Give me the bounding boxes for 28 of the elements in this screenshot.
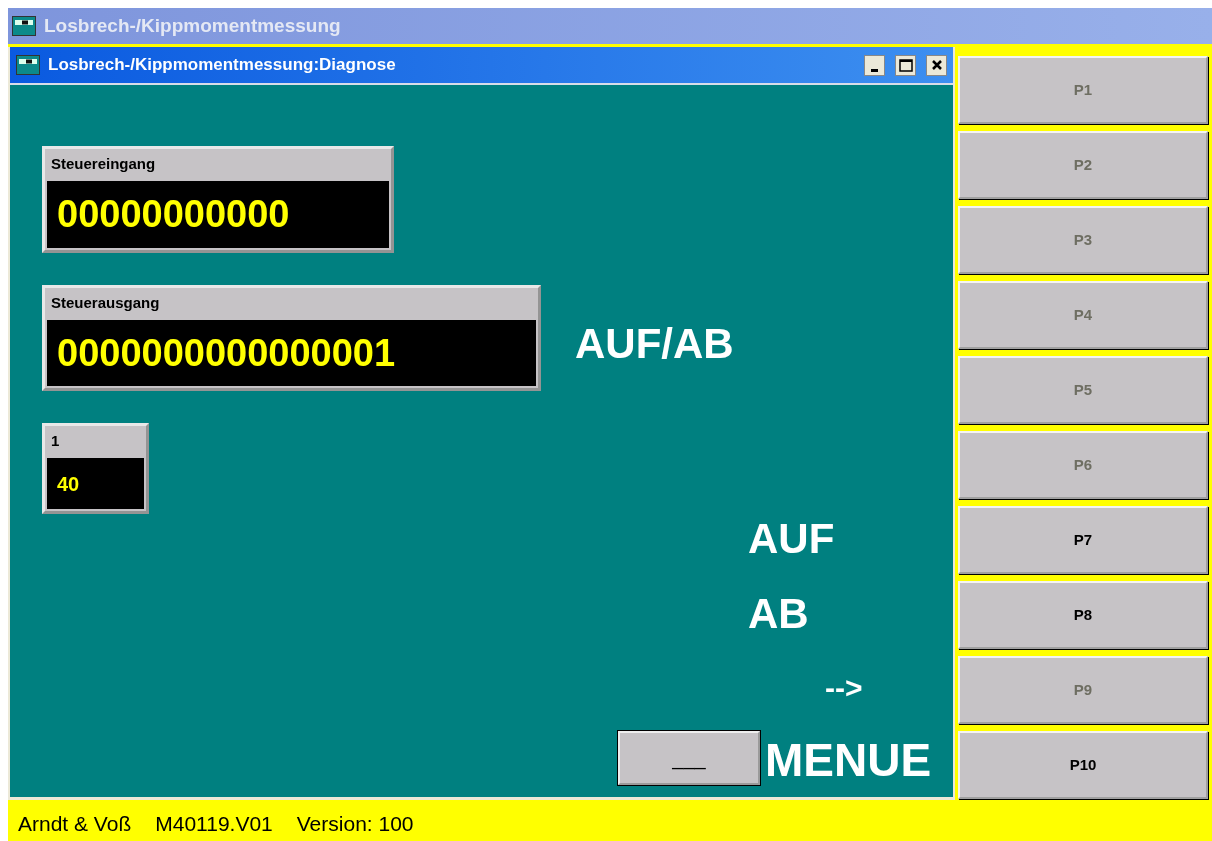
maximize-icon — [898, 58, 913, 72]
close-button[interactable] — [926, 54, 947, 76]
display-label: Steuereingang — [50, 154, 157, 174]
menu-button[interactable]: ___ — [618, 731, 760, 785]
status-text: Version: 100 — [296, 810, 414, 837]
maximize-button[interactable] — [895, 54, 916, 76]
display-value: 40 — [47, 458, 144, 509]
app-icon — [12, 16, 36, 36]
dialog-title: Losbrech-/Kippmomentmessung:Diagnose — [48, 54, 397, 77]
minimize-button[interactable] — [864, 54, 885, 76]
display-value: 0000000000000001 — [47, 320, 536, 386]
display-label: Steuerausgang — [50, 293, 161, 313]
app-window-title: Losbrech-/Kippmomentmessung — [44, 13, 341, 38]
function-key-button[interactable]: P7 — [958, 506, 1208, 574]
close-icon — [930, 59, 943, 71]
menu-label: MENUE — [765, 737, 932, 783]
minimize-icon — [871, 68, 878, 72]
status-label: AUF — [748, 518, 835, 560]
function-key-button[interactable]: P8 — [958, 581, 1208, 649]
display-value: 00000000000 — [47, 181, 389, 248]
app-icon — [16, 55, 40, 75]
status-text: Arndt & Voß — [18, 810, 132, 837]
status-label: AB — [748, 593, 809, 635]
function-key-button[interactable]: P10 — [958, 731, 1208, 799]
arrow-label: --> — [825, 673, 863, 703]
display-label: 1 — [50, 431, 61, 451]
status-label: AUF/AB — [575, 323, 734, 365]
status-text: M40119.V01 — [155, 810, 273, 837]
